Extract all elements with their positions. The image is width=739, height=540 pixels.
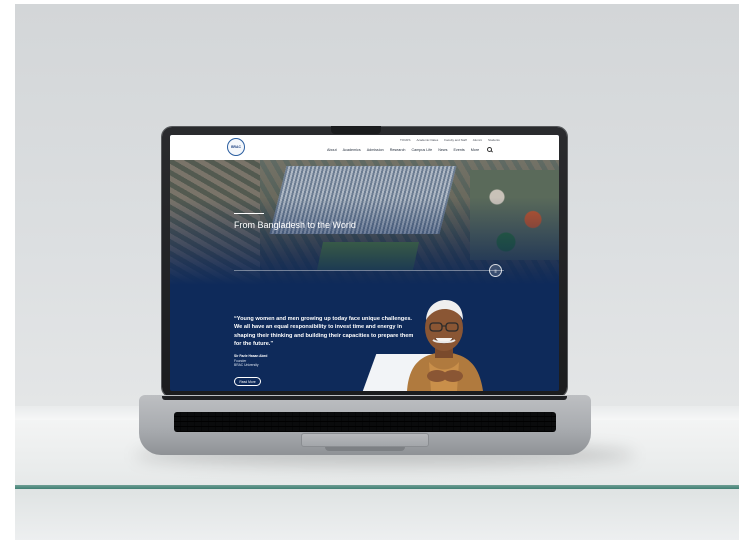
nav-item-research[interactable]: Research [390,148,406,152]
main-nav: About Academics Admission Research Campu… [327,147,493,152]
university-logo[interactable]: BRAC [227,138,245,156]
nav-item-about[interactable]: About [327,148,337,152]
nav-item-news[interactable]: News [438,148,447,152]
read-more-button[interactable]: Read More [234,377,261,386]
laptop-front-notch [325,447,405,451]
top-nav-item-students[interactable]: Students [488,138,500,142]
founder-quote: “Young women and men growing up today fa… [234,316,414,348]
author-org: BRAC University [234,363,259,368]
hero-pause-button[interactable]: || [489,264,502,277]
laptop-screen: BRAC TOURS Academic Dates Faculty and St… [170,135,559,391]
top-nav-item-faculty-staff[interactable]: Faculty and Staff [444,138,466,142]
hero-slider-track [234,270,504,271]
hero-title: From Bangladesh to the World [234,220,356,230]
nav-item-campus-life[interactable]: Campus Life [412,148,433,152]
author-name: Sir Fazle Hasan Abed [234,354,268,358]
logo-text: BRAC [231,145,241,149]
laptop-lid: BRAC TOURS Academic Dates Faculty and St… [162,126,567,397]
nav-item-admission[interactable]: Admission [367,148,384,152]
nav-item-more[interactable]: More [471,148,479,152]
search-icon[interactable] [487,147,493,152]
top-nav-item-alumni[interactable]: Alumni [473,138,482,142]
hero-accent-line [234,213,264,214]
quote-author: Sir Fazle Hasan Abed Founder BRAC Univer… [234,354,267,368]
nav-item-events[interactable]: Events [453,148,464,152]
nav-item-academics[interactable]: Academics [343,148,361,152]
laptop-hinge [162,396,567,400]
top-nav: TOURS Academic Dates Faculty and Staff A… [400,138,500,142]
laptop-keyboard [174,412,556,432]
top-nav-item-academic-dates[interactable]: Academic Dates [416,138,438,142]
top-nav-item-tours[interactable]: TOURS [400,138,410,142]
shelf-under [15,489,739,540]
hero-banner: From Bangladesh to the World || [170,160,559,285]
site-header: BRAC TOURS Academic Dates Faculty and St… [170,135,559,160]
founder-portrait [407,300,483,391]
laptop-trackpad [301,433,429,447]
camera-notch [331,126,381,134]
